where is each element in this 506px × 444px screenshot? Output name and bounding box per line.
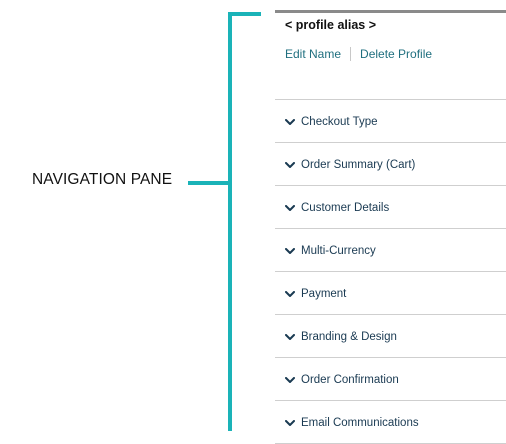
nav-section-item[interactable]: Order Summary (Cart) xyxy=(275,143,506,186)
profile-actions: Edit Name Delete Profile xyxy=(285,47,432,61)
edit-name-link[interactable]: Edit Name xyxy=(285,47,341,61)
navigation-pane-callout-label: NAVIGATION PANE xyxy=(32,171,173,188)
nav-section-item[interactable]: Customer Details xyxy=(275,186,506,229)
nav-section-label: Multi-Currency xyxy=(301,245,376,257)
chevron-down-icon xyxy=(285,377,295,384)
nav-section-label: Order Confirmation xyxy=(301,374,399,386)
nav-section-item[interactable]: Multi-Currency xyxy=(275,229,506,272)
nav-section-label: Payment xyxy=(301,288,347,300)
callout-connector-horizontal xyxy=(188,181,231,185)
callout-bracket-vertical xyxy=(228,12,232,431)
chevron-down-icon xyxy=(285,334,295,341)
nav-section-item[interactable]: Email Communications xyxy=(275,401,506,444)
chevron-down-icon xyxy=(285,291,295,298)
navigation-pane: < profile alias > Edit Name Delete Profi… xyxy=(275,10,506,444)
nav-section-item[interactable]: Order Confirmation xyxy=(275,358,506,401)
actions-separator xyxy=(350,47,352,61)
nav-section-item[interactable]: Payment xyxy=(275,272,506,315)
nav-section-item[interactable]: Branding & Design xyxy=(275,315,506,358)
nav-section-label: Order Summary (Cart) xyxy=(301,159,416,171)
chevron-down-icon xyxy=(285,420,295,427)
chevron-down-icon xyxy=(285,248,295,255)
callout-bracket-top xyxy=(228,12,261,16)
nav-section-item[interactable]: Checkout Type xyxy=(275,100,506,143)
chevron-down-icon xyxy=(285,119,295,126)
chevron-down-icon xyxy=(285,205,295,212)
nav-section-label: Email Communications xyxy=(301,417,419,429)
nav-section-label: Customer Details xyxy=(301,202,390,214)
chevron-down-icon xyxy=(285,162,295,169)
nav-section-label: Branding & Design xyxy=(301,331,397,343)
profile-alias-title: < profile alias > xyxy=(285,18,377,32)
nav-list: Checkout Type Order Summary (Cart) Custome… xyxy=(275,100,506,444)
nav-section-label: Checkout Type xyxy=(301,116,378,128)
delete-profile-link[interactable]: Delete Profile xyxy=(360,47,432,61)
